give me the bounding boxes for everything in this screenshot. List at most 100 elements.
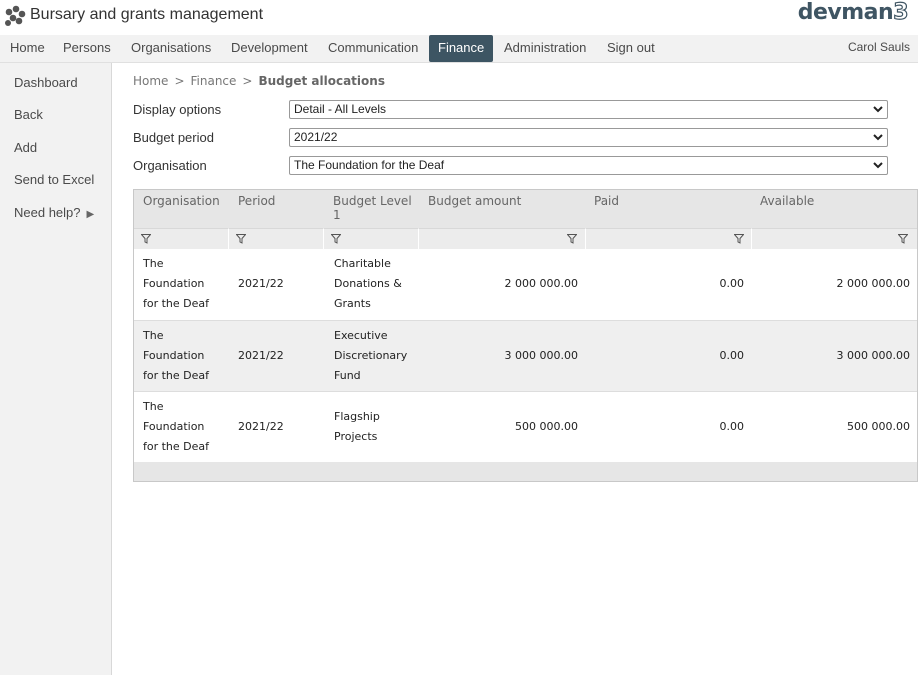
sidebar-item-need-help[interactable]: Need help? ▶: [14, 205, 94, 220]
cell-organisation: The Foundation for the Deaf: [143, 326, 209, 386]
column-header-organisation[interactable]: Organisation: [143, 194, 220, 208]
cell-budget-amount: 500 000.00: [515, 420, 578, 433]
user-name[interactable]: Carol Sauls: [848, 35, 910, 60]
cell-level-line: Projects: [334, 430, 378, 443]
filter-cell-budget-level[interactable]: [324, 228, 419, 249]
budget-allocations-grid: Organisation Period Budget Level 1 Budget…: [133, 189, 918, 482]
filter-funnel-icon[interactable]: [331, 234, 341, 244]
logo-icon: [5, 5, 26, 26]
display-options-value: Detail - All Levels: [294, 102, 387, 116]
chevron-down-icon: [873, 134, 883, 141]
filter-cell-period[interactable]: [229, 228, 324, 249]
cell-org-line: for the Deaf: [143, 440, 210, 453]
cell-period: 2021/22: [238, 277, 284, 290]
grid-footer: [134, 462, 917, 481]
chevron-down-icon: [873, 106, 883, 113]
budget-period-value: 2021/22: [294, 130, 338, 144]
brand-main: devman: [797, 0, 894, 25]
nav-communication[interactable]: Communication: [328, 35, 418, 63]
cell-budget-level: Charitable Donations & Grants: [334, 254, 402, 314]
filter-funnel-icon[interactable]: [236, 234, 246, 244]
cell-paid: 0.00: [719, 277, 745, 290]
sidebar-item-add[interactable]: Add: [14, 140, 37, 155]
cell-available: 2 000 000.00: [836, 277, 910, 290]
organisation-select[interactable]: The Foundation for the Deaf: [289, 156, 888, 175]
filter-funnel-icon[interactable]: [734, 234, 744, 244]
cell-level-line: Grants: [334, 297, 371, 310]
column-header-budget-amount[interactable]: Budget amount: [428, 194, 521, 208]
app-title: Bursary and grants management: [30, 6, 264, 23]
table-row[interactable]: The Foundation for the Deaf 2021/22 Char…: [134, 249, 917, 320]
need-help-label: Need help?: [14, 205, 81, 220]
breadcrumb-separator: >: [242, 74, 253, 88]
app-header: Bursary and grants management devman3: [0, 0, 918, 35]
cell-period: 2021/22: [238, 420, 284, 433]
cell-organisation: The Foundation for the Deaf: [143, 254, 209, 314]
cell-level-line: Executive: [334, 329, 388, 342]
cell-organisation: The Foundation for the Deaf: [143, 397, 209, 457]
cell-available: 500 000.00: [847, 420, 910, 433]
cell-available: 3 000 000.00: [836, 349, 910, 362]
brand-suffix: 3: [893, 0, 909, 26]
cell-org-line: for the Deaf: [143, 369, 210, 382]
sidebar: Dashboard Back Add Send to Excel Need he…: [0, 63, 112, 675]
sidebar-item-send-to-excel[interactable]: Send to Excel: [14, 172, 94, 187]
filter-cell-available[interactable]: [752, 228, 917, 249]
organisation-value: The Foundation for the Deaf: [294, 158, 445, 172]
cell-budget-amount: 3 000 000.00: [504, 349, 578, 362]
cell-org-line: The: [143, 400, 164, 413]
filter-funnel-icon[interactable]: [567, 234, 577, 244]
filter-funnel-icon[interactable]: [898, 234, 908, 244]
breadcrumb-home[interactable]: Home: [133, 74, 168, 88]
table-row[interactable]: The Foundation for the Deaf 2021/22 Exec…: [134, 320, 917, 391]
filter-funnel-icon[interactable]: [141, 234, 151, 244]
breadcrumb: Home > Finance > Budget allocations: [133, 74, 385, 88]
cell-budget-level: Executive Discretionary Fund: [334, 326, 407, 386]
nav-sign-out[interactable]: Sign out: [607, 35, 655, 63]
sidebar-item-back[interactable]: Back: [14, 107, 43, 122]
breadcrumb-finance[interactable]: Finance: [191, 74, 237, 88]
organisation-label: Organisation: [133, 158, 207, 173]
grid-header: Organisation Period Budget Level 1 Budget…: [134, 190, 917, 228]
cell-paid: 0.00: [719, 420, 745, 433]
column-header-paid[interactable]: Paid: [594, 194, 619, 208]
cell-level-line: Donations &: [334, 277, 402, 290]
nav-home[interactable]: Home: [10, 35, 45, 63]
budget-period-select[interactable]: 2021/22: [289, 128, 888, 147]
table-row[interactable]: The Foundation for the Deaf 2021/22 Flag…: [134, 391, 917, 462]
column-header-available[interactable]: Available: [760, 194, 814, 208]
breadcrumb-current: Budget allocations: [258, 74, 385, 88]
cell-level-line: Flagship: [334, 410, 380, 423]
cell-level-line: Discretionary: [334, 349, 408, 362]
main-nav: Home Persons Organisations Development C…: [0, 35, 918, 63]
filter-cell-budget-amount[interactable]: [419, 228, 586, 249]
cell-level-line: Charitable: [334, 257, 391, 270]
cell-paid: 0.00: [719, 349, 745, 362]
budget-period-label: Budget period: [133, 130, 214, 145]
triangle-right-icon: ▶: [86, 209, 95, 220]
cell-org-line: The: [143, 257, 164, 270]
sidebar-item-dashboard[interactable]: Dashboard: [14, 75, 78, 90]
column-header-budget-level[interactable]: Budget Level 1: [333, 194, 412, 222]
column-header-budget-level-line2: 1: [333, 208, 341, 222]
cell-org-line: for the Deaf: [143, 297, 210, 310]
breadcrumb-separator: >: [174, 74, 185, 88]
column-header-period[interactable]: Period: [238, 194, 275, 208]
nav-development[interactable]: Development: [231, 35, 308, 63]
cell-org-line: Foundation: [143, 420, 205, 433]
chevron-down-icon: [873, 162, 883, 169]
cell-level-line: Fund: [334, 369, 361, 382]
column-header-budget-level-line1: Budget Level: [333, 194, 412, 208]
nav-organisations[interactable]: Organisations: [131, 35, 211, 63]
nav-finance[interactable]: Finance: [429, 35, 494, 62]
nav-persons[interactable]: Persons: [63, 35, 111, 63]
display-options-select[interactable]: Detail - All Levels: [289, 100, 888, 119]
cell-budget-amount: 2 000 000.00: [504, 277, 578, 290]
nav-administration[interactable]: Administration: [504, 35, 586, 63]
cell-org-line: The: [143, 329, 164, 342]
display-options-label: Display options: [133, 102, 222, 117]
filter-cell-organisation[interactable]: [134, 228, 229, 249]
cell-budget-level: Flagship Projects: [334, 407, 380, 447]
filter-cell-paid[interactable]: [586, 228, 752, 249]
filter-row: [134, 228, 917, 249]
